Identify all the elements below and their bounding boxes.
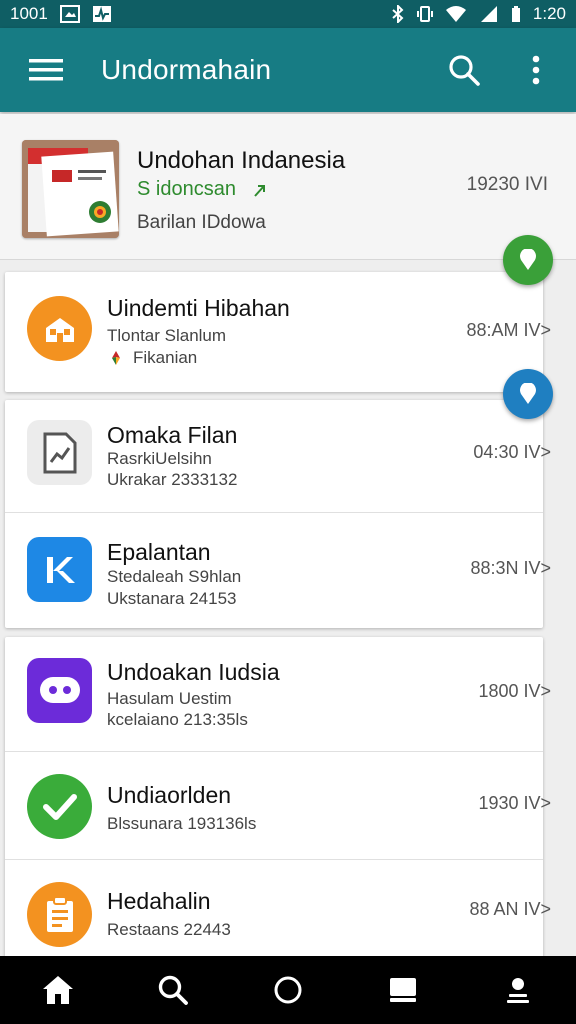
location-pin-icon xyxy=(520,383,536,404)
item-line1: Blssunara 193136ls xyxy=(107,814,257,833)
card-1: Uindemti Hibahan Tlontar Slanlum Fikania… xyxy=(5,272,551,392)
item-title: Omaka Filan xyxy=(107,422,238,448)
list-item[interactable]: Epalantan Stedaleah S9hlan Ukstanara 241… xyxy=(5,513,551,628)
status-left: 1001 xyxy=(10,4,112,24)
item-title: Uindemti Hibahan xyxy=(107,295,290,321)
list-item[interactable]: Undiaorlden Blssunara 193136ls 1930 IV> xyxy=(5,752,551,860)
nav-search[interactable] xyxy=(143,960,203,1020)
house-icon xyxy=(45,317,74,342)
location-pin-icon xyxy=(520,249,536,270)
book-icon xyxy=(390,978,417,1002)
item-meta: 1930 IV> xyxy=(478,793,551,813)
featured-title: Undohan Indanesia xyxy=(137,147,346,174)
item-title: Undoakan Iudsia xyxy=(107,659,280,685)
fab-green[interactable] xyxy=(503,235,553,285)
featured-subtitle: S idoncsan xyxy=(137,178,236,200)
featured-caption: Barilan IDdowa xyxy=(137,212,266,233)
profile-icon xyxy=(507,978,530,1003)
list-item[interactable]: Hedahalin Restaans 22443 88 AN IV> xyxy=(5,860,551,959)
icon-tile xyxy=(27,420,92,485)
list-item[interactable]: Uindemti Hibahan Tlontar Slanlum Fikania… xyxy=(5,272,551,392)
status-time: 1:20 xyxy=(532,4,566,23)
featured-subtitle-row: S idoncsan xyxy=(137,178,268,201)
search-button[interactable] xyxy=(444,50,484,90)
status-right: 1:20 xyxy=(391,4,566,24)
k-logo-icon xyxy=(46,556,75,583)
item-line1: Stedaleah S9hlan xyxy=(107,567,242,586)
item-title: Undiaorlden xyxy=(107,782,232,808)
bottom-navigation xyxy=(0,956,576,1024)
share-arrow-icon xyxy=(254,184,265,197)
search-icon xyxy=(449,55,480,86)
item-line1: Hasulam Uestim xyxy=(107,689,232,708)
item-meta: 04:30 IV> xyxy=(473,442,551,462)
image-notification-icon xyxy=(59,5,80,23)
featured-meta: 19230 IVI xyxy=(466,174,548,195)
item-meta: 88 AN IV> xyxy=(469,899,551,919)
nav-book[interactable] xyxy=(373,960,433,1020)
status-left-text: 1001 xyxy=(10,4,48,23)
item-line2: kcelaiano 213:35ls xyxy=(107,710,248,729)
chat-bubble-icon xyxy=(39,676,80,703)
item-line2: Ukstanara 24153 xyxy=(107,589,237,608)
menu-button[interactable] xyxy=(26,54,66,86)
item-meta: 88:3N IV> xyxy=(470,558,551,578)
featured-thumbnail xyxy=(22,140,119,238)
item-line1: Restaans 22443 xyxy=(107,920,231,939)
list-item[interactable]: Omaka Filan RasrkiUelsihn Ukrakar 233313… xyxy=(5,400,551,513)
clipboard-icon xyxy=(46,895,73,932)
nav-circle[interactable] xyxy=(258,960,318,1020)
app-title: Undormahain xyxy=(101,54,272,85)
icon-tile xyxy=(27,882,92,947)
document-chart-icon xyxy=(43,432,76,473)
nav-home[interactable] xyxy=(28,960,88,1020)
card-2: Omaka Filan RasrkiUelsihn Ukrakar 233313… xyxy=(5,400,551,628)
fab-blue[interactable] xyxy=(503,369,553,419)
item-line2: Fikanian xyxy=(133,348,198,367)
search-icon xyxy=(158,975,188,1005)
icon-tile xyxy=(27,296,92,361)
icon-tile xyxy=(27,537,92,602)
pulse-notification-icon xyxy=(92,5,112,23)
more-vertical-icon xyxy=(532,55,540,85)
item-line2-row: Fikanian xyxy=(107,348,197,368)
item-title: Hedahalin xyxy=(107,888,211,914)
nav-profile[interactable] xyxy=(488,960,548,1020)
item-line1: RasrkiUelsihn xyxy=(107,449,212,468)
featured-item[interactable]: Undohan Indanesia S idoncsan Barilan IDd… xyxy=(0,114,576,260)
wifi-icon xyxy=(445,5,467,23)
item-line2: Ukrakar 2333132 xyxy=(107,470,238,489)
flower-icon xyxy=(112,351,120,365)
item-line1: Tlontar Slanlum xyxy=(107,326,227,345)
icon-tile xyxy=(27,658,92,723)
list-item[interactable]: Undoakan Iudsia Hasulam Uestim kcelaiano… xyxy=(5,637,551,752)
battery-icon xyxy=(511,5,521,23)
hamburger-menu-icon xyxy=(29,59,63,81)
vibrate-icon xyxy=(416,5,433,23)
bluetooth-icon xyxy=(391,5,405,23)
card-3: Undoakan Iudsia Hasulam Uestim kcelaiano… xyxy=(5,637,551,959)
app-bar: Undormahain xyxy=(0,28,576,112)
circle-icon xyxy=(274,976,302,1004)
checkmark-icon xyxy=(42,793,77,820)
item-meta: 88:AM IV> xyxy=(466,320,551,340)
home-icon xyxy=(42,976,73,1004)
item-meta: 1800 IV> xyxy=(478,681,551,701)
signal-icon xyxy=(479,5,499,23)
more-options-button[interactable] xyxy=(520,50,552,90)
status-bar: 1001 1:20 xyxy=(0,0,576,28)
icon-tile xyxy=(27,774,92,839)
item-title: Epalantan xyxy=(107,539,211,565)
